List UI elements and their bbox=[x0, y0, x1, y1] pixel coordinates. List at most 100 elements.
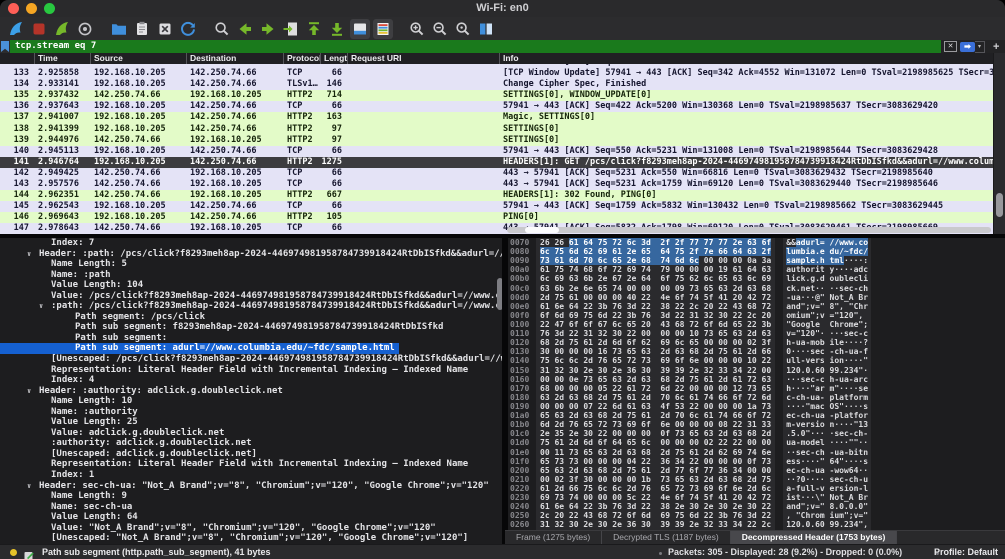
detail-line[interactable]: Name Length: 9 bbox=[0, 491, 127, 502]
ascii-bytes[interactable]: , "Chrom ium";v=" bbox=[783, 511, 871, 520]
packet-row[interactable]: 1442.962351142.250.74.66192.168.10.205HT… bbox=[0, 190, 1005, 201]
ascii-bytes[interactable]: ··sec-ch -ua-bitn bbox=[783, 448, 871, 457]
hex-row[interactable]: 018063 2d 63 68 2d 75 61 2d 70 6c 61 74 … bbox=[508, 393, 1005, 402]
ascii-bytes[interactable]: lick.g.d oublecli bbox=[783, 274, 871, 283]
auto-scroll-icon[interactable] bbox=[350, 19, 370, 39]
go-forward-icon[interactable] bbox=[258, 19, 278, 39]
zoom-out-icon[interactable] bbox=[430, 19, 450, 39]
hex-bytes[interactable]: 6d 2d 76 65 72 73 69 6f 6e 00 00 00 08 2… bbox=[536, 420, 775, 429]
column-header-Length[interactable]: Length bbox=[320, 53, 347, 64]
hex-bytes[interactable]: 68 00 00 00 05 22 61 72 6d 22 00 00 00 1… bbox=[536, 384, 775, 393]
detail-line[interactable]: Name Length: 10 bbox=[0, 396, 132, 407]
ascii-bytes[interactable]: ec-ch-ua -platfor bbox=[783, 411, 871, 420]
expand-arrow-icon[interactable]: ∨ bbox=[27, 249, 39, 260]
hex-row[interactable]: 007026 26 61 64 75 72 6c 3d 2f 2f 77 77 … bbox=[508, 238, 1005, 247]
expert-info-icon[interactable] bbox=[10, 549, 17, 556]
detail-line[interactable]: Representation: Literal Header Field wit… bbox=[0, 459, 468, 470]
hex-bytes[interactable]: 31 32 30 2e 30 2e 36 30 39 39 2e 32 33 3… bbox=[536, 366, 775, 375]
detail-line[interactable]: ∨Header: :authority: adclick.g.doublecli… bbox=[0, 386, 283, 397]
hex-bytes[interactable]: 73 61 6d 70 6c 65 2e 68 74 6d 6c 00 00 0… bbox=[536, 256, 775, 265]
hex-row[interactable]: 01b06d 2d 76 65 72 73 69 6f 6e 00 00 00 … bbox=[508, 420, 1005, 429]
ascii-bytes[interactable]: sample.h tml····: bbox=[783, 256, 871, 265]
column-header-Time[interactable]: Time bbox=[34, 53, 90, 64]
status-profile[interactable]: Profile: Default bbox=[934, 545, 998, 559]
ascii-bytes[interactable]: omium";v ="120", bbox=[783, 311, 871, 320]
hex-bytes[interactable]: 2d 75 61 00 00 00 40 22 4e 6f 74 5f 41 2… bbox=[536, 293, 775, 302]
open-file-icon[interactable] bbox=[109, 19, 129, 39]
hex-row[interactable]: 014075 6c 6c 2d 76 65 72 73 69 6f 6e 00 … bbox=[508, 356, 1005, 365]
find-packet-icon[interactable] bbox=[212, 19, 232, 39]
zoom-in-icon[interactable] bbox=[407, 19, 427, 39]
hex-bytes[interactable]: 75 6c 6c 2d 76 65 72 73 69 6f 6e 00 00 0… bbox=[536, 356, 775, 365]
ascii-bytes[interactable]: &&adurl= //www.co bbox=[783, 238, 871, 247]
ascii-bytes[interactable]: a-full-v ersion-l bbox=[783, 484, 871, 493]
detail-line[interactable]: Path sub segment: bbox=[0, 333, 167, 344]
ascii-bytes[interactable]: "Google Chrome"; bbox=[783, 320, 871, 329]
packet-row[interactable]: 1412.946764192.168.10.205142.250.74.66HT… bbox=[0, 157, 1005, 168]
hex-bytes[interactable]: 00 00 0e 73 65 63 2d 63 68 2d 75 61 2d 6… bbox=[536, 375, 775, 384]
ascii-bytes[interactable]: 120.0.60 99.234"· bbox=[783, 366, 871, 375]
hex-row[interactable]: 00806c 75 6d 62 69 61 2e 65 64 75 2f 7e … bbox=[508, 247, 1005, 256]
detail-line[interactable]: Representation: Literal Header Field wit… bbox=[0, 365, 468, 376]
hex-row[interactable]: 015031 32 30 2e 30 2e 36 30 39 39 2e 32 … bbox=[508, 366, 1005, 375]
detail-line[interactable]: Name: :path bbox=[0, 270, 111, 281]
column-header-Request URI[interactable]: Request URI bbox=[347, 53, 499, 64]
ascii-bytes[interactable]: lumbia.e du/~fdc/ bbox=[783, 247, 871, 256]
column-header-Info[interactable]: Info bbox=[499, 53, 1005, 64]
ascii-bytes[interactable]: and";v=" 8", "Chr bbox=[783, 302, 871, 311]
hex-bytes[interactable]: 61 75 74 68 6f 72 69 74 79 00 00 00 19 6… bbox=[536, 265, 775, 274]
detail-line[interactable]: Name: :authority bbox=[0, 407, 138, 418]
column-header-Destination[interactable]: Destination bbox=[186, 53, 283, 64]
display-filter-input[interactable]: tcp.stream eq 7 bbox=[10, 40, 941, 53]
vertical-scrollbar-handle[interactable] bbox=[996, 193, 1003, 217]
filter-apply-icon[interactable]: ➡ bbox=[960, 42, 975, 52]
filter-add-button[interactable]: + bbox=[993, 41, 999, 53]
detail-line[interactable]: ∨Header: :path: /pcs/click?f8293meh8ap-2… bbox=[0, 249, 502, 260]
zoom-original-icon[interactable] bbox=[453, 19, 473, 39]
hex-row[interactable]: 00d02d 75 61 00 00 00 40 22 4e 6f 74 5f … bbox=[508, 293, 1005, 302]
close-file-icon[interactable] bbox=[155, 19, 175, 39]
hex-row[interactable]: 01e000 11 73 65 63 2d 63 68 2d 75 61 2d … bbox=[508, 448, 1005, 457]
hex-bytes[interactable]: 00 02 3f 30 00 00 00 1b 73 65 63 2d 63 6… bbox=[536, 475, 775, 484]
ascii-bytes[interactable]: -ua···@" Not_A Br bbox=[783, 293, 871, 302]
hex-row[interactable]: 01a065 63 2d 63 68 2d 75 61 2d 70 6c 61 … bbox=[508, 411, 1005, 420]
ascii-bytes[interactable]: ····"mac OS"····s bbox=[783, 402, 871, 411]
detail-line[interactable]: Index: 1 bbox=[0, 470, 94, 481]
hex-row[interactable]: 012068 2d 75 61 2d 6d 6f 62 69 6c 65 00 … bbox=[508, 338, 1005, 347]
ascii-bytes[interactable]: .5.0"··· ·sec-ch- bbox=[783, 429, 871, 438]
hex-row[interactable]: 02502c 20 22 43 68 72 6f 6d 69 75 6d 22 … bbox=[508, 511, 1005, 520]
hex-row[interactable]: 00e061 6e 64 22 3b 76 3d 22 38 22 2c 20 … bbox=[508, 302, 1005, 311]
detail-line[interactable]: Value Length: 64 bbox=[0, 512, 138, 523]
horizontal-scrollbar-handle[interactable] bbox=[525, 227, 559, 233]
filter-dropdown-caret-icon[interactable]: ▾ bbox=[975, 41, 985, 53]
detail-line[interactable]: Path segment: /pcs/click bbox=[0, 312, 205, 323]
hex-row[interactable]: 01c02e 35 2e 30 22 00 00 00 0f 73 65 63 … bbox=[508, 429, 1005, 438]
detail-line-selected[interactable]: Path sub segment: adurl=//www.columbia.e… bbox=[0, 343, 399, 354]
hex-row[interactable]: 010022 47 6f 6f 67 6c 65 20 43 68 72 6f … bbox=[508, 320, 1005, 329]
byte-view-tab[interactable]: Frame (1275 bytes) bbox=[505, 531, 602, 544]
capture-options-icon[interactable] bbox=[75, 19, 95, 39]
expand-arrow-icon[interactable]: ∨ bbox=[27, 386, 39, 397]
hex-row[interactable]: 019000 00 00 07 22 6d 61 63 4f 53 22 00 … bbox=[508, 402, 1005, 411]
save-file-icon[interactable] bbox=[132, 19, 152, 39]
hex-row[interactable]: 016000 00 0e 73 65 63 2d 63 68 2d 75 61 … bbox=[508, 375, 1005, 384]
stop-capture-icon[interactable] bbox=[29, 19, 49, 39]
go-back-icon[interactable] bbox=[235, 19, 255, 39]
hex-bytes[interactable]: 6c 69 63 6b 2e 67 2e 64 6f 75 62 6c 65 6… bbox=[536, 274, 775, 283]
go-last-packet-icon[interactable] bbox=[327, 19, 347, 39]
hex-bytes[interactable]: 75 61 2d 6d 6f 64 65 6c 00 00 00 02 22 2… bbox=[536, 438, 775, 447]
go-first-packet-icon[interactable] bbox=[304, 19, 324, 39]
packet-row[interactable]: 1382.941399192.168.10.205142.250.74.66HT… bbox=[0, 124, 1005, 135]
detail-line[interactable]: ∨:path: /pcs/click?f8293meh8ap-2024-4469… bbox=[0, 301, 502, 312]
hex-row[interactable]: 026031 32 30 2e 30 2e 36 30 39 39 2e 32 … bbox=[508, 520, 1005, 529]
detail-line[interactable]: Name: sec-ch-ua bbox=[0, 502, 132, 513]
hex-bytes[interactable]: 22 47 6f 6f 67 6c 65 20 43 68 72 6f 6d 6… bbox=[536, 320, 775, 329]
ascii-bytes[interactable]: ec-ch-ua -wow64·· bbox=[783, 466, 871, 475]
hex-bytes[interactable]: 61 6e 64 22 3b 76 3d 22 38 2e 30 2e 30 2… bbox=[536, 502, 775, 511]
packet-row[interactable]: 1452.962543192.168.10.205142.250.74.66TC… bbox=[0, 201, 1005, 212]
hex-bytes[interactable]: 30 00 00 00 16 73 65 63 2d 63 68 2d 75 6… bbox=[536, 347, 775, 356]
detail-line[interactable]: Value Length: 104 bbox=[0, 280, 143, 291]
packet-row[interactable]: 1352.937432142.250.74.66192.168.10.205HT… bbox=[0, 90, 1005, 101]
packet-row[interactable]: 1342.933141192.168.10.205142.250.74.66TL… bbox=[0, 79, 1005, 90]
column-header-no[interactable] bbox=[0, 53, 34, 64]
